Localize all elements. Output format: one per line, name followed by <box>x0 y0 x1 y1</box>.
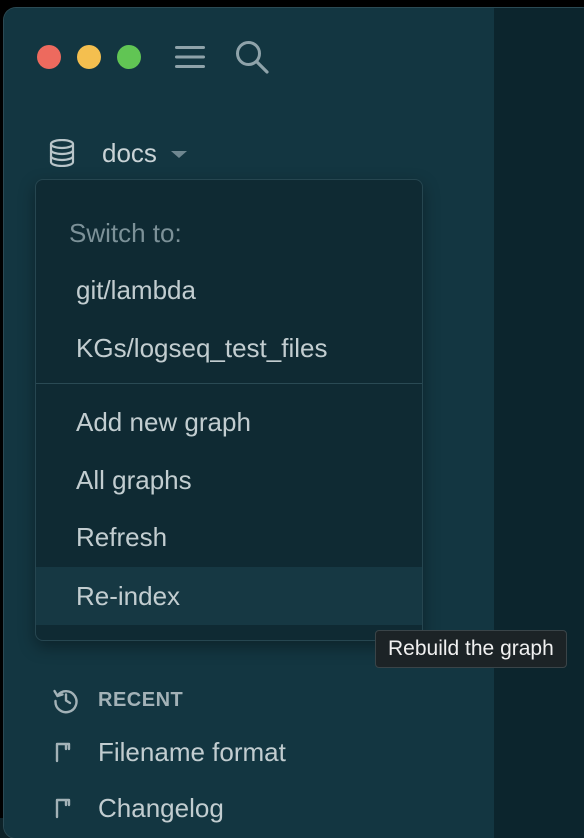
search-button[interactable] <box>233 38 271 76</box>
left-sidebar: docs Switch to: git/lambda KGs/logseq_te… <box>4 8 494 838</box>
recent-item[interactable]: Changelog <box>54 788 224 828</box>
graph-option-git-lambda[interactable]: git/lambda <box>36 261 422 319</box>
refresh-item[interactable]: Refresh <box>36 508 422 566</box>
history-icon <box>53 689 78 714</box>
graph-option-kgs-logseq-test-files[interactable]: KGs/logseq_test_files <box>36 319 422 377</box>
current-graph-name: docs <box>102 137 157 168</box>
graph-switcher[interactable]: docs <box>48 128 187 178</box>
hamburger-menu-icon <box>175 46 205 68</box>
all-graphs-item[interactable]: All graphs <box>36 451 422 509</box>
page-icon <box>55 798 71 819</box>
app-window: docs Switch to: git/lambda KGs/logseq_te… <box>4 8 584 838</box>
recent-section-header[interactable]: RECENT <box>52 682 183 718</box>
recent-label: RECENT <box>98 688 184 711</box>
switch-to-heading: Switch to: <box>69 218 182 248</box>
recent-item-label: Changelog <box>98 792 224 823</box>
page-icon <box>55 742 71 763</box>
menu-divider <box>36 383 422 384</box>
database-icon <box>48 139 76 167</box>
recent-item[interactable]: Filename format <box>54 732 286 772</box>
main-content-area <box>494 8 584 838</box>
window-maximize-button[interactable] <box>117 45 141 69</box>
window-minimize-button[interactable] <box>77 45 101 69</box>
menu-button[interactable] <box>171 38 209 76</box>
graph-dropdown-menu: Switch to: git/lambda KGs/logseq_test_fi… <box>35 179 423 641</box>
re-index-tooltip: Rebuild the graph <box>375 630 567 668</box>
add-new-graph-item[interactable]: Add new graph <box>36 393 422 451</box>
re-index-item[interactable]: Re-index <box>36 567 422 625</box>
chevron-down-icon <box>170 151 187 158</box>
search-icon <box>236 41 269 74</box>
recent-item-label: Filename format <box>98 736 286 767</box>
window-close-button[interactable] <box>37 45 61 69</box>
